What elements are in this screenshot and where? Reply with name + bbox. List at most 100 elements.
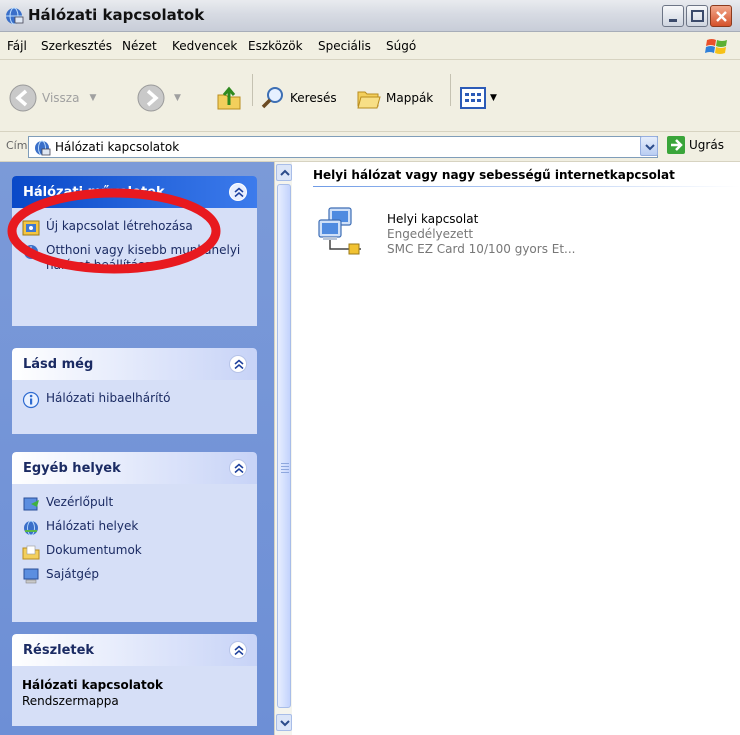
network-connections-icon [6, 7, 24, 25]
connection-device: SMC EZ Card 10/100 gyors Et... [387, 242, 576, 256]
see-also-header[interactable]: Lásd még [12, 348, 257, 380]
address-input[interactable]: Hálózati kapcsolatok [28, 136, 658, 158]
address-bar: Cím Hálózati kapcsolatok [0, 132, 740, 162]
views-dropdown-icon[interactable]: ▼ [490, 93, 497, 103]
collapse-button[interactable] [229, 355, 247, 373]
network-tasks-panel: Hálózati műveletek Új kapcsolat létrehoz… [12, 176, 257, 326]
details-title: Részletek [23, 643, 95, 658]
menu-file[interactable]: Fájl [7, 39, 27, 53]
menu-bar: Fájl Szerkesztés Nézet Kedvencek Eszközö… [0, 32, 740, 60]
back-arrow-icon [9, 84, 37, 112]
control-panel-icon [23, 497, 39, 511]
chevron-up-icon [234, 187, 244, 198]
address-value: Hálózati kapcsolatok [55, 140, 180, 154]
info-icon [22, 391, 40, 409]
window-title: Hálózati kapcsolatok [28, 6, 205, 24]
forward-button[interactable]: ▼ [136, 83, 181, 113]
chevron-down-icon [645, 144, 655, 151]
my-computer-icon [23, 568, 39, 584]
search-label: Keresés [290, 91, 337, 105]
chevron-down-icon [280, 720, 290, 727]
forward-arrow-icon [137, 84, 165, 112]
up-folder-icon [217, 86, 241, 110]
menu-help[interactable]: Súgó [386, 39, 416, 53]
maximize-button[interactable] [686, 5, 708, 27]
place-my-computer[interactable]: Sajátgép [22, 567, 247, 585]
close-button[interactable] [710, 5, 732, 27]
place-control-panel[interactable]: Vezérlőpult [22, 495, 247, 513]
task-label: Dokumentumok [46, 543, 142, 557]
task-label: Sajátgép [46, 567, 99, 581]
task-label: Otthoni vagy kisebb munkahelyi hálózat b… [46, 243, 241, 272]
see-also-panel: Lásd még Hálózati hibaelhárító [12, 348, 257, 434]
forward-dropdown-icon[interactable]: ▼ [174, 93, 181, 103]
up-folder-button[interactable] [216, 85, 242, 111]
scroll-thumb[interactable] [277, 184, 291, 708]
menu-view[interactable]: Nézet [122, 39, 157, 53]
folders-icon [357, 91, 381, 109]
network-tasks-title: Hálózati műveletek [23, 185, 165, 200]
address-label: Cím [6, 139, 28, 152]
task-network-troubleshooter[interactable]: Hálózati hibaelhárító [22, 391, 247, 409]
new-connection-icon [22, 220, 40, 236]
scroll-up-button[interactable] [276, 164, 292, 181]
address-dropdown-button[interactable] [640, 136, 658, 156]
collapse-button[interactable] [229, 459, 247, 477]
connection-item-local[interactable]: Helyi kapcsolat Engedélyezett SMC EZ Car… [315, 206, 715, 266]
lan-connection-icon [318, 207, 361, 255]
connection-status: Engedélyezett [387, 227, 474, 241]
search-button[interactable]: Keresés [260, 85, 337, 111]
details-panel: Részletek Hálózati kapcsolatok Rendszerm… [12, 634, 257, 726]
details-name: Hálózati kapcsolatok [22, 678, 163, 692]
collapse-button[interactable] [229, 641, 247, 659]
home-network-icon [24, 245, 38, 259]
vertical-scrollbar[interactable] [274, 162, 292, 735]
place-documents[interactable]: Dokumentumok [22, 543, 247, 561]
scroll-grip [281, 463, 289, 473]
other-places-panel: Egyéb helyek Vezérlőpult Hálózati helyek… [12, 452, 257, 622]
menu-tools[interactable]: Eszközök [248, 39, 303, 53]
views-button[interactable]: ▼ [460, 86, 497, 110]
chevron-up-icon [280, 169, 290, 176]
see-also-title: Lásd még [23, 357, 94, 372]
details-header[interactable]: Részletek [12, 634, 257, 666]
folders-button[interactable]: Mappák [356, 85, 433, 111]
menu-edit[interactable]: Szerkesztés [41, 39, 112, 53]
collapse-button[interactable] [229, 183, 247, 201]
back-dropdown-icon[interactable]: ▼ [89, 93, 96, 103]
menu-favorites[interactable]: Kedvencek [172, 39, 237, 53]
chevron-up-icon [234, 463, 244, 474]
network-places-icon [24, 520, 38, 536]
task-home-network[interactable]: Otthoni vagy kisebb munkahelyi hálózat b… [22, 243, 247, 273]
group-header: Helyi hálózat vagy nagy sebességű intern… [313, 168, 675, 182]
task-label: Vezérlőpult [46, 495, 114, 509]
scroll-down-button[interactable] [276, 714, 292, 731]
other-places-header[interactable]: Egyéb helyek [12, 452, 257, 484]
place-network-places[interactable]: Hálózati helyek [22, 519, 247, 537]
views-icon [460, 87, 486, 109]
chevron-up-icon [234, 645, 244, 656]
menu-advanced[interactable]: Speciális [318, 39, 371, 53]
task-pane: Hálózati műveletek Új kapcsolat létrehoz… [0, 162, 274, 735]
content-area: Helyi hálózat vagy nagy sebességű intern… [293, 162, 740, 735]
network-tasks-header[interactable]: Hálózati műveletek [12, 176, 257, 208]
other-places-title: Egyéb helyek [23, 461, 121, 476]
network-connections-icon [35, 140, 51, 156]
go-arrow-icon [667, 136, 685, 154]
details-type: Rendszermappa [22, 694, 119, 708]
task-label: Hálózati hibaelhárító [46, 391, 171, 405]
task-label: Hálózati helyek [46, 519, 139, 533]
minimize-button[interactable] [662, 5, 684, 27]
windows-logo-icon [705, 39, 727, 54]
back-button[interactable]: Vissza ▼ [8, 83, 96, 113]
back-label: Vissza [42, 91, 80, 105]
documents-folder-icon [22, 545, 40, 560]
connection-name: Helyi kapcsolat [387, 212, 479, 226]
chevron-up-icon [234, 359, 244, 370]
go-button[interactable]: Ugrás [666, 135, 724, 155]
search-icon [261, 87, 283, 109]
group-divider [313, 186, 740, 187]
task-label: Új kapcsolat létrehozása [46, 219, 193, 233]
title-bar: Hálózati kapcsolatok [0, 0, 740, 32]
task-new-connection[interactable]: Új kapcsolat létrehozása [22, 219, 247, 237]
